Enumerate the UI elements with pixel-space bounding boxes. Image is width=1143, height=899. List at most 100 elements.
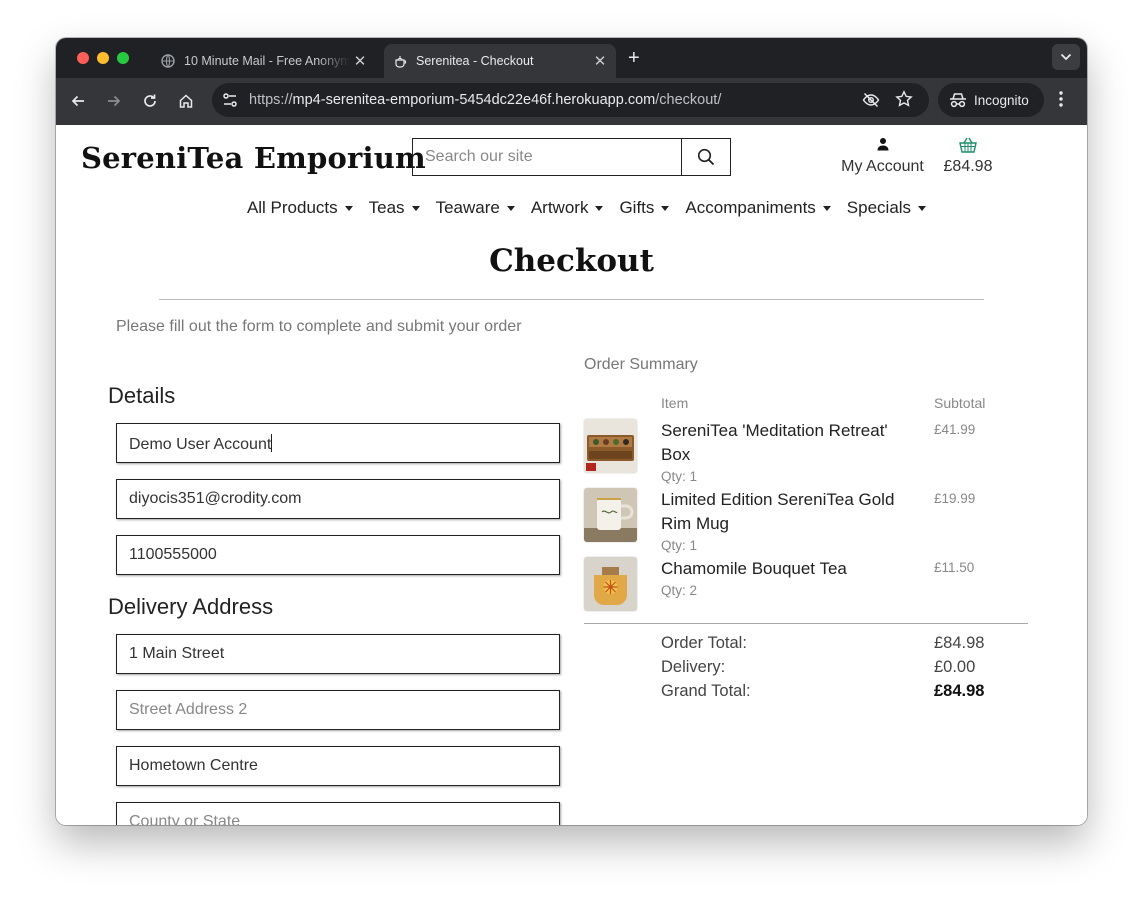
line-item-subtotal: £41.99 xyxy=(934,422,976,437)
eye-off-icon[interactable] xyxy=(862,91,880,109)
full-name-value: Demo User Account xyxy=(129,436,272,453)
search-button[interactable] xyxy=(681,139,730,175)
caret-down-icon xyxy=(344,205,353,211)
close-tab-icon[interactable]: ✕ xyxy=(350,52,370,70)
chamomile-tea-thumbnail xyxy=(584,557,637,611)
user-icon xyxy=(836,137,929,155)
town-value: Hometown Centre xyxy=(129,757,258,774)
town-field[interactable]: Hometown Centre xyxy=(116,746,560,786)
nav-accompaniments[interactable]: Accompaniments xyxy=(677,198,838,218)
home-button[interactable] xyxy=(176,91,196,111)
summary-divider xyxy=(584,623,1028,624)
web-page: SereniTea Emporium My Account £84.98 All… xyxy=(56,125,1087,825)
grand-total-value: £84.98 xyxy=(934,682,985,700)
url-scheme: https:// xyxy=(249,92,293,108)
teapot-favicon-icon xyxy=(392,53,408,69)
line-item-name: Limited Edition SereniTea Gold Rim Mug xyxy=(661,490,895,533)
page-title: Checkout xyxy=(489,243,654,279)
chevron-down-icon xyxy=(1060,53,1072,61)
more-menu-icon[interactable] xyxy=(1059,90,1063,108)
email-field[interactable]: diyocis351@crodity.com xyxy=(116,479,560,519)
nav-label: All Products xyxy=(246,198,338,217)
tab-10-minute-mail[interactable]: 10 Minute Mail - Free Anonymous Temporar… xyxy=(152,44,376,78)
line-item-qty: Qty: 1 xyxy=(661,538,698,553)
forward-button[interactable] xyxy=(104,91,124,111)
nav-artwork[interactable]: Artwork xyxy=(523,198,612,218)
search-icon xyxy=(697,148,715,166)
caret-down-icon xyxy=(595,205,604,211)
phone-field[interactable]: 1100555000 xyxy=(116,535,560,575)
subtotal-column-header: Subtotal xyxy=(934,395,986,411)
my-account-link[interactable]: My Account xyxy=(836,137,929,176)
delivery-label: Delivery: xyxy=(661,658,726,676)
street-address-2-field[interactable]: Street Address 2 xyxy=(116,690,560,730)
gold-rim-mug-thumbnail xyxy=(584,488,637,542)
tab-title: 10 Minute Mail - Free Anonymous Temporar… xyxy=(184,54,350,68)
site-settings-icon[interactable] xyxy=(220,90,240,110)
bookmark-star-icon[interactable] xyxy=(895,90,913,108)
reload-button[interactable] xyxy=(140,91,160,111)
street-address-1-field[interactable]: 1 Main Street xyxy=(116,634,560,674)
url-text: https://mp4-serenitea-emporium-5454dc22e… xyxy=(249,92,721,108)
text-cursor xyxy=(271,434,273,452)
nav-teaware[interactable]: Teaware xyxy=(428,198,523,218)
basket-total: £84.98 xyxy=(943,158,993,175)
minimize-window-button[interactable] xyxy=(97,52,109,64)
email-value: diyocis351@crodity.com xyxy=(129,490,302,507)
nav-specials[interactable]: Specials xyxy=(839,198,934,218)
line-item-subtotal: £19.99 xyxy=(934,491,976,506)
divider xyxy=(159,299,984,300)
nav-label: Teaware xyxy=(435,198,500,217)
tab-title: Serenitea - Checkout xyxy=(416,54,534,68)
back-button[interactable] xyxy=(68,91,88,111)
line-item-name: Chamomile Bouquet Tea xyxy=(661,559,847,578)
caret-down-icon xyxy=(661,205,670,211)
arrow-right-icon xyxy=(108,95,121,107)
reload-icon xyxy=(144,94,156,107)
nav-label: Gifts xyxy=(619,198,655,217)
site-search xyxy=(412,138,731,176)
incognito-indicator[interactable]: Incognito xyxy=(938,83,1044,117)
delivery-value: £0.00 xyxy=(934,658,976,676)
search-input[interactable] xyxy=(413,139,681,175)
browser-window: 10 Minute Mail - Free Anonymous Temporar… xyxy=(56,38,1087,825)
account-label: My Account xyxy=(841,158,924,175)
url-host: mp4-serenitea-emporium-5454dc22e46f.hero… xyxy=(292,92,656,108)
meditation-box-thumbnail xyxy=(584,419,637,473)
tab-search-button[interactable] xyxy=(1052,44,1080,70)
grand-total-label: Grand Total: xyxy=(661,682,751,700)
nav-label: Accompaniments xyxy=(685,198,816,217)
close-window-button[interactable] xyxy=(77,52,89,64)
nav-all-products[interactable]: All Products xyxy=(239,198,361,218)
county-placeholder: County or State xyxy=(129,813,241,825)
line-item-qty: Qty: 2 xyxy=(661,583,698,598)
nav-teas[interactable]: Teas xyxy=(361,198,428,218)
new-tab-button[interactable]: + xyxy=(628,48,640,68)
checkout-intro-text: Please fill out the form to complete and… xyxy=(116,318,522,335)
caret-down-icon xyxy=(918,205,927,211)
basket-icon xyxy=(940,137,996,155)
close-tab-icon[interactable]: ✕ xyxy=(590,52,610,70)
order-total-label: Order Total: xyxy=(661,634,747,652)
home-icon xyxy=(179,94,193,108)
nav-gifts[interactable]: Gifts xyxy=(611,198,677,218)
browser-toolbar: https://mp4-serenitea-emporium-5454dc22e… xyxy=(56,78,1087,125)
full-name-field[interactable]: Demo User Account xyxy=(116,423,560,463)
maximize-window-button[interactable] xyxy=(117,52,129,64)
incognito-icon xyxy=(950,93,966,108)
line-item-qty: Qty: 1 xyxy=(661,469,698,484)
main-navigation: All Products Teas Teaware Artwork Gifts … xyxy=(56,198,1087,218)
address-bar[interactable]: https://mp4-serenitea-emporium-5454dc22e… xyxy=(212,83,929,117)
order-summary-heading: Order Summary xyxy=(584,356,698,373)
line-item-name: SereniTea 'Meditation Retreat' Box xyxy=(661,421,888,464)
nav-label: Specials xyxy=(846,198,912,217)
caret-down-icon xyxy=(506,205,515,211)
nav-label: Teas xyxy=(368,198,405,217)
details-heading: Details xyxy=(108,383,176,408)
order-total-row: Order Total: £84.98 xyxy=(661,634,991,653)
county-field[interactable]: County or State xyxy=(116,802,560,825)
basket-link[interactable]: £84.98 xyxy=(940,137,996,176)
delivery-row: Delivery: £0.00 xyxy=(661,658,991,677)
tab-serenitea-checkout[interactable]: Serenitea - Checkout ✕ xyxy=(384,44,616,78)
site-logo[interactable]: SereniTea Emporium xyxy=(81,141,426,175)
